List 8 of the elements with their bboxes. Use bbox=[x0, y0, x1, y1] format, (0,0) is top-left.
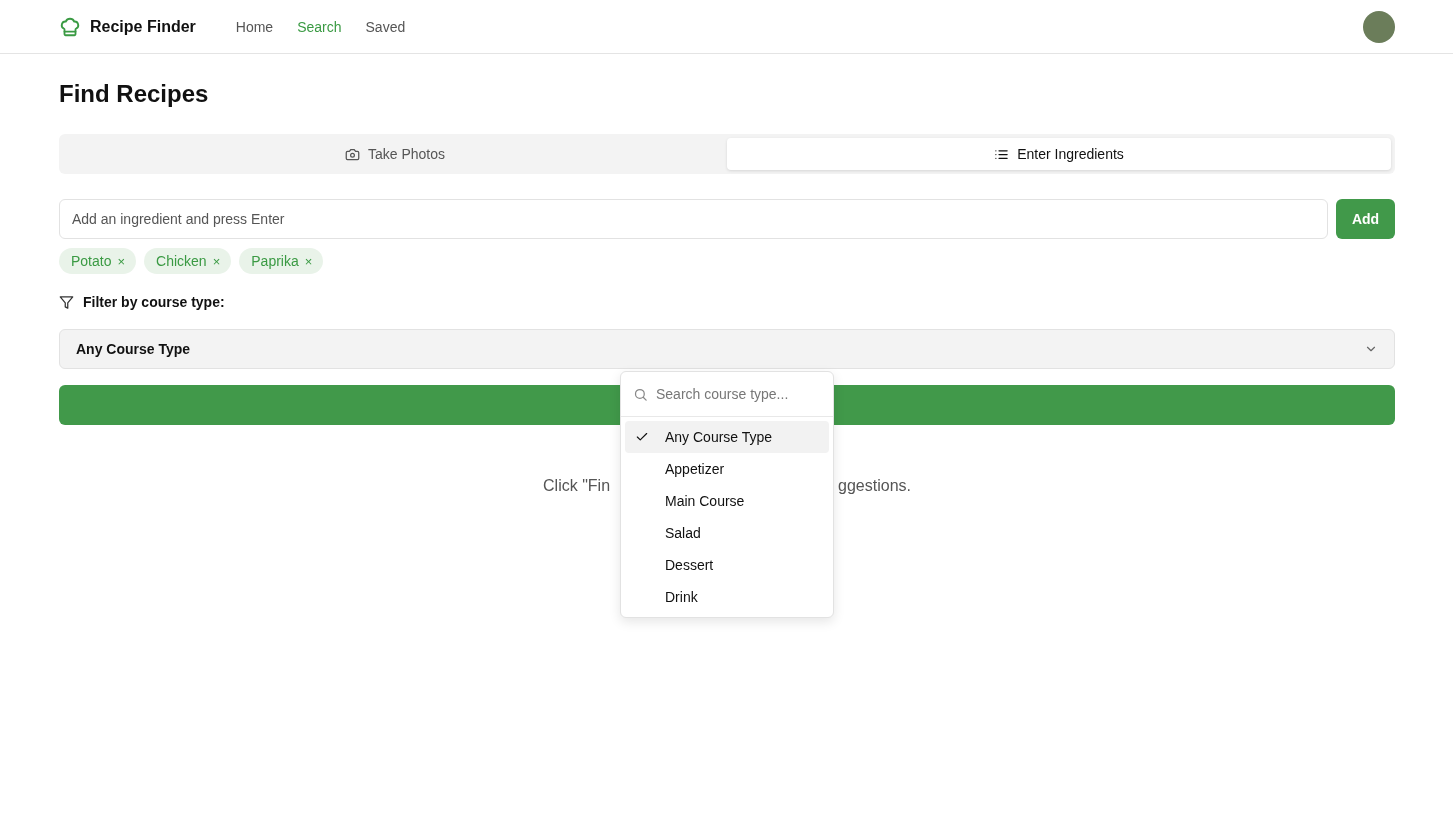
ingredient-label: Chicken bbox=[156, 253, 207, 269]
ingredient-label: Potato bbox=[71, 253, 112, 269]
app-title: Recipe Finder bbox=[90, 17, 196, 36]
hint-text: Click "Fin bbox=[543, 477, 611, 495]
ingredient-label: Paprika bbox=[251, 253, 299, 269]
filter-label: Filter by course type: bbox=[83, 294, 225, 310]
hint-text: ggestions. bbox=[838, 477, 911, 495]
page-title: Find Recipes bbox=[59, 80, 209, 108]
